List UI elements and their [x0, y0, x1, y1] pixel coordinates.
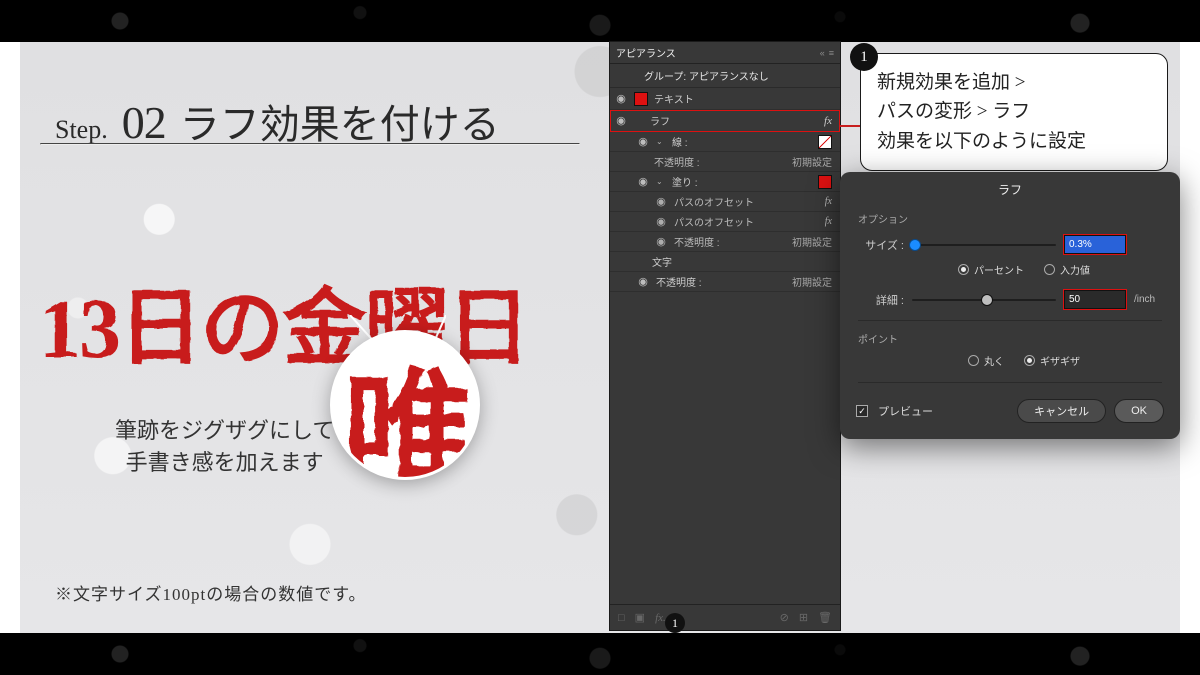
stroke-swatch[interactable] [818, 135, 832, 149]
point-section-label: ポイント [840, 327, 1180, 350]
fx-callout-badge: 1 [665, 613, 685, 633]
visibility-icon[interactable]: ◉ [614, 114, 628, 127]
step-number: 02 [122, 96, 166, 149]
duplicate-icon[interactable]: ⊞ [799, 611, 808, 624]
radio-percent[interactable]: パーセント [958, 262, 1024, 277]
row-stroke-opacity[interactable]: 不透明度 : 初期設定 [610, 152, 840, 172]
heading-rule [40, 143, 580, 145]
step-heading: Step. 02 ラフ効果を付ける [55, 92, 500, 150]
opacity-label: 不透明度 : [654, 154, 786, 169]
description: 筆跡をジグザグにして 手書き感を加えます [115, 415, 334, 479]
callout-line2: パスの変形 > ラフ [877, 97, 1151, 126]
pathoffset-label: パスのオフセット [674, 194, 819, 209]
size-label: サイズ : [858, 237, 904, 253]
visibility-icon[interactable]: ◉ [636, 135, 650, 148]
point-radios: 丸く ギザギザ [840, 350, 1180, 376]
detail-label: 詳細 : [858, 292, 904, 308]
visibility-icon[interactable]: ◉ [654, 235, 668, 248]
step-prefix: Step. [55, 115, 108, 145]
visibility-icon[interactable]: ◉ [614, 92, 628, 105]
size-mode-radios: パーセント 入力値 [840, 259, 1180, 285]
radio-absolute[interactable]: 入力値 [1044, 262, 1090, 277]
dialog-divider [858, 320, 1162, 321]
step-title: ラフ効果を付ける [180, 92, 500, 150]
opacity-value: 初期設定 [792, 234, 832, 249]
size-input[interactable] [1064, 235, 1126, 254]
stroke-label: 線 : [672, 134, 812, 149]
row-pathoffset-1[interactable]: ◉ パスのオフセット fx [610, 192, 840, 212]
row-fill[interactable]: ◉ ⌄ 塗り : [610, 172, 840, 192]
callout-line3: 効果を以下のように設定 [877, 127, 1151, 156]
row-text[interactable]: ◉ テキスト [610, 88, 840, 110]
caret-icon[interactable]: ⌄ [656, 137, 666, 146]
size-row: サイズ : [840, 230, 1180, 259]
row-characters[interactable]: 文字 [610, 252, 840, 272]
size-slider[interactable] [912, 238, 1056, 252]
appearance-panel: アピアランス « ≡ グループ: アピアランスなし ◉ テキスト ◉ ラフ fx… [610, 42, 840, 630]
dialog-footer: ✓ プレビュー キャンセル OK [840, 389, 1180, 423]
panel-collapse-icon[interactable]: « [820, 48, 825, 58]
fx-icon[interactable]: fx [825, 196, 832, 207]
dialog-title: ラフ [840, 172, 1180, 207]
foot-box-icon[interactable]: □ [618, 612, 625, 624]
group-header: グループ: アピアランスなし [610, 64, 840, 88]
panel-titlebar[interactable]: アピアランス « ≡ [610, 42, 840, 64]
options-section-label: オプション [840, 207, 1180, 230]
text-label: テキスト [654, 91, 832, 106]
chars-label: 文字 [652, 254, 832, 269]
visibility-icon[interactable]: ◉ [636, 175, 650, 188]
panel-menu-icon[interactable]: ≡ [829, 48, 834, 58]
detail-row: 詳細 : /inch [840, 285, 1180, 314]
row-fill-opacity[interactable]: ◉ 不透明度 : 初期設定 [610, 232, 840, 252]
preview-label: プレビュー [878, 403, 933, 419]
visibility-icon[interactable]: ◉ [636, 275, 650, 288]
decorative-border-top [0, 0, 1200, 42]
fill-label: 塗り : [672, 174, 812, 189]
foot-stroke-icon[interactable]: ▣ [635, 611, 645, 624]
callout-line1: 新規効果を追加 > [877, 68, 1151, 97]
radio-smooth[interactable]: 丸く [968, 353, 1004, 368]
detail-unit: /inch [1134, 294, 1162, 305]
opacity-value: 初期設定 [792, 274, 832, 289]
opacity-label: 不透明度 : [674, 234, 786, 249]
pathoffset-label: パスのオフセット [674, 214, 819, 229]
fx-icon[interactable]: fx [824, 115, 832, 127]
row-opacity-group[interactable]: ◉ 不透明度 : 初期設定 [610, 272, 840, 292]
panel-footer: □ ▣ fx. ⊘ ⊞ 🗑 [610, 604, 840, 630]
cancel-button[interactable]: キャンセル [1017, 399, 1106, 423]
trash-icon[interactable]: 🗑 [818, 611, 832, 624]
row-pathoffset-2[interactable]: ◉ パスのオフセット fx [610, 212, 840, 232]
zoom-circle: 唯 [330, 330, 480, 480]
detail-input[interactable] [1064, 290, 1126, 309]
footnote: ※文字サイズ100ptの場合の数値です。 [55, 580, 367, 605]
clear-icon[interactable]: ⊘ [780, 611, 789, 624]
roughen-dialog: ラフ オプション サイズ : パーセント 入力値 詳細 : /inch ポイント… [840, 172, 1180, 439]
callout-number-badge: 1 [850, 43, 878, 71]
zoom-glyph: 唯 [342, 330, 472, 480]
preview-checkbox[interactable]: ✓ [856, 405, 868, 417]
fill-swatch[interactable] [818, 175, 832, 189]
text-swatch[interactable] [634, 92, 648, 106]
visibility-icon[interactable]: ◉ [654, 215, 668, 228]
ok-button[interactable]: OK [1114, 399, 1164, 423]
caret-icon[interactable]: ⌄ [656, 177, 666, 186]
description-line2: 手書き感を加えます [115, 447, 334, 479]
row-stroke[interactable]: ◉ ⌄ 線 : [610, 132, 840, 152]
description-line1: 筆跡をジグザグにして [115, 415, 334, 447]
opacity-label: 不透明度 : [656, 274, 786, 289]
visibility-icon[interactable]: ◉ [654, 195, 668, 208]
roughen-label: ラフ [650, 113, 818, 128]
instruction-callout: 1 新規効果を追加 > パスの変形 > ラフ 効果を以下のように設定 [860, 53, 1168, 171]
row-roughen-effect[interactable]: ◉ ラフ fx [610, 110, 840, 132]
decorative-border-bottom [0, 633, 1200, 675]
fx-icon[interactable]: fx [825, 216, 832, 227]
detail-slider[interactable] [912, 293, 1056, 307]
dialog-divider [858, 382, 1162, 383]
opacity-value: 初期設定 [792, 154, 832, 169]
panel-title: アピアランス [616, 45, 676, 60]
radio-corner[interactable]: ギザギザ [1024, 353, 1080, 368]
